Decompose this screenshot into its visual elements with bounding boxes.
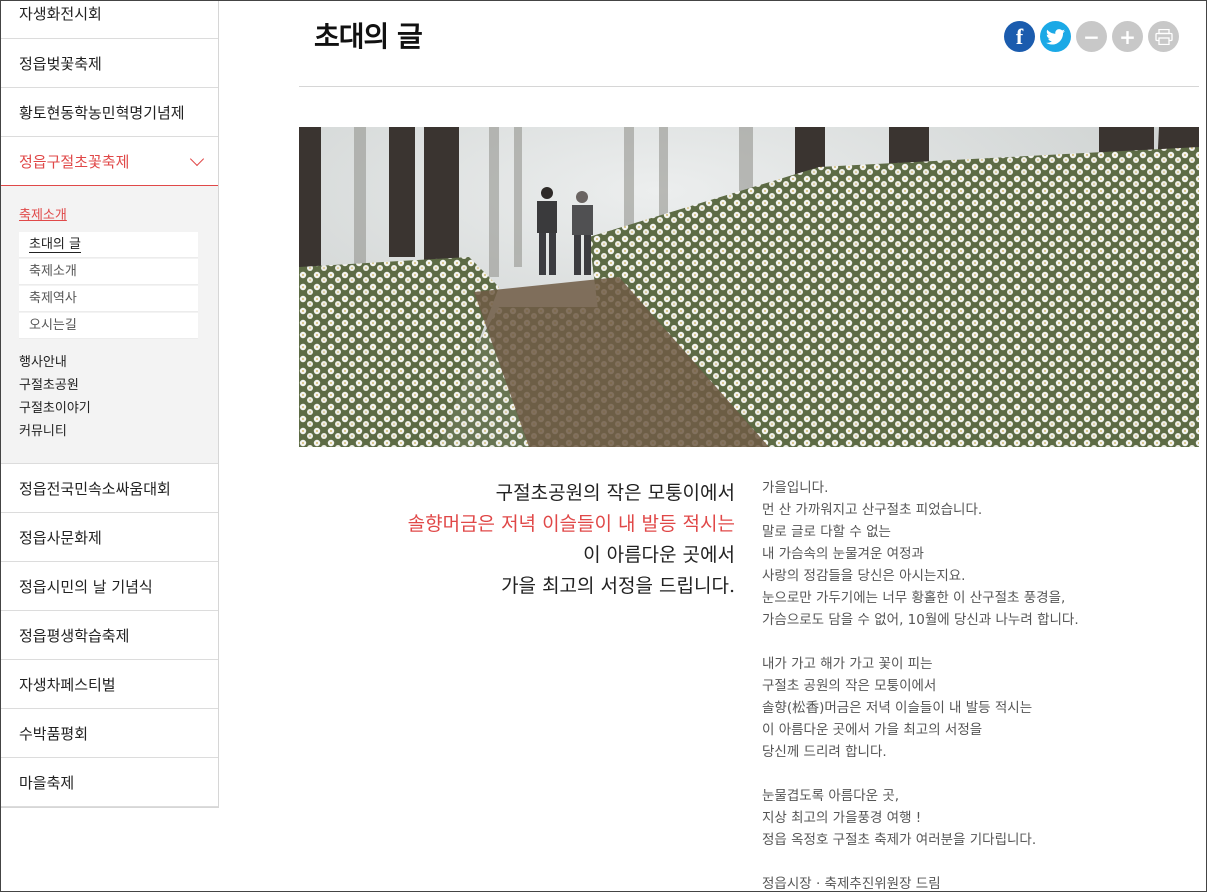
quote-line: 가을 최고의 서정을 드립니다.: [501, 575, 735, 597]
share-toolbar: f − +: [1004, 21, 1179, 52]
sidebar-item-bullfighting[interactable]: 정읍전국민속소싸움대회: [1, 464, 218, 513]
letter-paragraph: 내가 가고 해가 가고 꽃이 피는 구절초 공원의 작은 모퉁이에서 솔향(松香…: [762, 656, 1033, 760]
invitation-letter: 가을입니다. 먼 산 가까워지고 산구절초 피었습니다. 말로 글로 다할 수 …: [762, 477, 1182, 892]
sidebar-item-citizens-day[interactable]: 정읍시민의 날 기념식: [1, 562, 218, 611]
submenu-item-directions[interactable]: 오시는길: [19, 313, 198, 339]
sidebar-item-lifelong-learning[interactable]: 정읍평생학습축제: [1, 611, 218, 660]
submenu-item-festival-history[interactable]: 축제역사: [19, 286, 198, 312]
submenu-link-community[interactable]: 커뮤니티: [19, 420, 218, 443]
submenu-links: 행사안내 구절초공원 구절초이야기 커뮤니티: [19, 351, 218, 443]
sidebar-item-cherry-blossom-festival[interactable]: 정읍벚꽃축제: [1, 39, 218, 88]
sidebar-item-village-festival[interactable]: 마을축제: [1, 758, 218, 807]
zoom-out-button[interactable]: −: [1076, 21, 1107, 52]
sidebar-item-tea-festival[interactable]: 자생차페스티벌: [1, 660, 218, 709]
zoom-in-button[interactable]: +: [1112, 21, 1143, 52]
sidebar-item-wildflower-exhibition[interactable]: 자생화전시회: [1, 1, 218, 39]
facebook-icon: f: [1015, 23, 1024, 49]
submenu-link-story[interactable]: 구절초이야기: [19, 397, 218, 420]
printer-icon: [1154, 28, 1173, 45]
submenu-link-park[interactable]: 구절초공원: [19, 374, 218, 397]
submenu-item-festival-intro[interactable]: 축제소개: [19, 259, 198, 285]
sidebar-item-donghak-memorial[interactable]: 황토현동학농민혁명기념제: [1, 88, 218, 137]
submenu-heading[interactable]: 축제소개: [19, 204, 218, 223]
title-divider: [299, 86, 1199, 87]
chevron-down-icon: [189, 151, 205, 167]
sidebar-submenu: 축제소개 초대의 글 축제소개 축제역사 오시는길 행사안내 구절초공원 구절초…: [1, 186, 218, 464]
letter-paragraph: 가을입니다. 먼 산 가까워지고 산구절초 피었습니다. 말로 글로 다할 수 …: [762, 480, 1079, 628]
sidebar-item-gujeolcho-festival[interactable]: 정읍구절초꽃축제: [1, 137, 218, 186]
page-title: 초대의 글: [314, 20, 423, 53]
quote-line: 이 아름다운 곳에서: [583, 544, 735, 566]
letter-signature: 정읍시장 · 축제추진위원장 드림: [762, 876, 941, 892]
plus-icon: +: [1119, 24, 1136, 49]
quote-line-highlight: 솔향머금은 저녁 이슬들이 내 발등 적시는: [407, 513, 735, 535]
submenu-item-invitation[interactable]: 초대의 글: [19, 232, 198, 258]
minus-icon: −: [1083, 24, 1100, 49]
quote-line: 구절초공원의 작은 모퉁이에서: [495, 482, 735, 504]
print-button[interactable]: [1148, 21, 1179, 52]
letter-paragraph: 눈물겹도록 아름다운 곳, 지상 최고의 가을풍경 여행 ! 정읍 옥정호 구절…: [762, 788, 1037, 848]
sidebar-item-jeongeupsa-festival[interactable]: 정읍사문화제: [1, 513, 218, 562]
hero-image-gujeolcho-path: [299, 127, 1199, 447]
hero-illustration: [299, 127, 1199, 447]
invitation-quote: 구절초공원의 작은 모퉁이에서 솔향머금은 저녁 이슬들이 내 발등 적시는 이…: [299, 478, 735, 602]
submenu-link-events[interactable]: 행사안내: [19, 351, 218, 374]
sidebar-item-watermelon-fair[interactable]: 수박품평회: [1, 709, 218, 758]
twitter-bird-icon: [1046, 28, 1065, 45]
submenu-list: 초대의 글 축제소개 축제역사 오시는길: [19, 232, 198, 339]
sidebar: 자생화전시회 정읍벚꽃축제 황토현동학농민혁명기념제 정읍구절초꽃축제 축제소개…: [1, 1, 219, 808]
twitter-share-button[interactable]: [1040, 21, 1071, 52]
facebook-share-button[interactable]: f: [1004, 21, 1035, 52]
